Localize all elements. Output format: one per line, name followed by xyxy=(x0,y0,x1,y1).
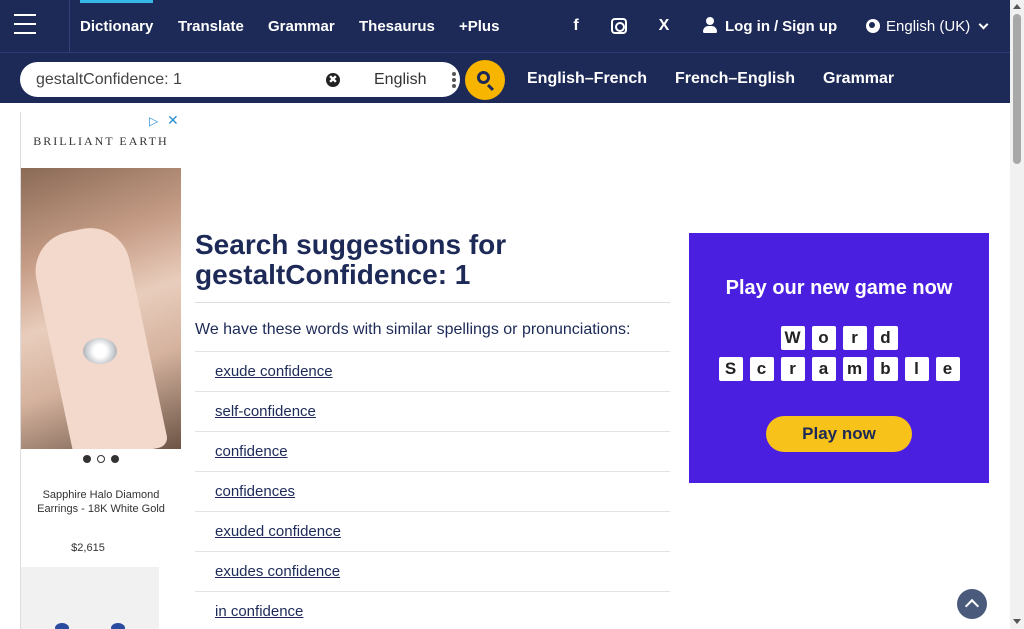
nav-plus[interactable]: +Plus xyxy=(459,0,499,52)
x-twitter-icon[interactable]: X xyxy=(651,14,677,38)
list-item: exudes confidence xyxy=(195,551,670,591)
ad-product-price: $2,615 xyxy=(71,542,105,554)
site-language-label: English (UK) xyxy=(886,17,971,35)
ad-product-name: Sapphire Halo Diamond Earrings - 18K Whi… xyxy=(37,489,165,515)
carousel-dot[interactable] xyxy=(111,455,119,463)
nav-grammar[interactable]: Grammar xyxy=(268,0,335,52)
facebook-icon[interactable]: f xyxy=(563,14,589,38)
right-advertisement[interactable]: Play our new game now W o r d S c r a m … xyxy=(689,233,989,483)
letter-tile: m xyxy=(842,357,867,381)
ad-choices-icon[interactable]: ▷ xyxy=(149,114,158,128)
letter-tile: r xyxy=(780,357,805,381)
more-options-icon xyxy=(452,72,456,88)
letter-tile: d xyxy=(873,326,898,350)
search-icon xyxy=(477,71,490,84)
letter-tile: W xyxy=(780,326,805,350)
ad-brand-logo: BRILLIANT EARTH xyxy=(33,134,169,148)
hamburger-menu-icon[interactable] xyxy=(14,14,36,34)
nav-thesaurus[interactable]: Thesaurus xyxy=(359,0,435,52)
scramble-tiles: S c r a m b l e xyxy=(689,357,989,381)
back-to-top-button[interactable] xyxy=(957,589,987,619)
carousel-dots xyxy=(83,455,119,463)
ad-earring xyxy=(55,623,69,629)
ad-game-title: Play our new game now xyxy=(725,277,953,299)
dictionary-selector-label: English xyxy=(374,70,427,88)
list-item: exude confidence xyxy=(195,351,670,391)
search-button[interactable] xyxy=(465,60,505,100)
search-input[interactable] xyxy=(36,62,316,97)
ad-close-icon[interactable]: ✕ xyxy=(167,112,179,129)
left-advertisement[interactable]: ▷ ✕ BRILLIANT EARTH Sapphire Halo Diamon… xyxy=(20,112,181,629)
nav-translate[interactable]: Translate xyxy=(178,0,244,52)
account-links: Log in / Sign up xyxy=(725,0,837,52)
quick-link-grammar[interactable]: Grammar xyxy=(823,53,894,104)
search-bar-row: ✖ English English–French French–English … xyxy=(0,52,1010,103)
clear-search-icon[interactable]: ✖ xyxy=(326,73,340,87)
divider xyxy=(195,302,670,303)
ad-earring xyxy=(111,623,125,629)
nav-divider xyxy=(69,0,70,52)
quick-link-english-french[interactable]: English–French xyxy=(527,53,647,104)
suggestion-link[interactable]: exude confidence xyxy=(215,363,333,380)
suggestion-link[interactable]: exudes confidence xyxy=(215,563,340,580)
chevron-down-icon xyxy=(978,19,989,29)
suggestion-list: exude confidence self-confidence confide… xyxy=(195,351,670,629)
ad-photo-hand xyxy=(28,220,169,449)
login-separator: / xyxy=(774,17,779,35)
user-icon xyxy=(703,17,717,33)
letter-tile: r xyxy=(842,326,867,350)
suggestion-link[interactable]: in confidence xyxy=(215,603,303,620)
instagram-icon[interactable] xyxy=(606,14,632,38)
list-item: in confidence xyxy=(195,591,670,629)
letter-tile: a xyxy=(811,357,836,381)
suggestion-link[interactable]: self-confidence xyxy=(215,403,316,420)
word-tiles: W o r d xyxy=(689,326,989,350)
carousel-dot[interactable] xyxy=(97,455,105,463)
letter-tile: S xyxy=(718,357,743,381)
carousel-dot[interactable] xyxy=(83,455,91,463)
ad-ring-photo xyxy=(21,168,181,449)
login-link[interactable]: Log in xyxy=(725,18,770,35)
nav-dictionary[interactable]: Dictionary xyxy=(80,0,154,52)
suggestion-link[interactable]: confidence xyxy=(215,443,288,460)
page-root: Dictionary Translate Grammar Thesaurus +… xyxy=(0,0,1024,629)
suggestions-intro: We have these words with similar spellin… xyxy=(195,321,631,338)
scroll-up-arrow-icon[interactable] xyxy=(1013,4,1021,9)
quick-link-french-english[interactable]: French–English xyxy=(675,53,795,104)
scroll-down-arrow-icon[interactable] xyxy=(1013,619,1021,624)
page-title: Search suggestions for gestaltConfidence… xyxy=(195,230,670,290)
page-title-term: gestaltConfidence: 1 xyxy=(195,259,471,290)
dictionary-selector[interactable]: English xyxy=(354,62,472,97)
top-navbar: Dictionary Translate Grammar Thesaurus +… xyxy=(0,0,1010,52)
signup-link[interactable]: Sign up xyxy=(782,18,837,35)
suggestion-link[interactable]: confidences xyxy=(215,483,295,500)
main-content: Search suggestions for gestaltConfidence… xyxy=(195,230,670,629)
letter-tile: c xyxy=(749,357,774,381)
ad-earring-photo xyxy=(21,567,159,629)
letter-tile: b xyxy=(873,357,898,381)
scrollbar-thumb[interactable] xyxy=(1013,14,1021,164)
page-scrollbar[interactable] xyxy=(1010,0,1024,629)
list-item: confidence xyxy=(195,431,670,471)
ad-photo-ring xyxy=(83,338,117,364)
list-item: confidences xyxy=(195,471,670,511)
letter-tile: e xyxy=(935,357,960,381)
site-language-selector[interactable]: English (UK) xyxy=(866,0,989,52)
suggestion-link[interactable]: exuded confidence xyxy=(215,523,341,540)
page-title-prefix: Search suggestions for xyxy=(195,229,507,260)
letter-tile: o xyxy=(811,326,836,350)
search-box: ✖ English xyxy=(20,62,460,97)
list-item: exuded confidence xyxy=(195,511,670,551)
letter-tile: l xyxy=(904,357,929,381)
globe-icon xyxy=(866,19,880,33)
play-now-button[interactable]: Play now xyxy=(766,416,912,452)
list-item: self-confidence xyxy=(195,391,670,431)
search-icon-handle xyxy=(486,83,495,92)
